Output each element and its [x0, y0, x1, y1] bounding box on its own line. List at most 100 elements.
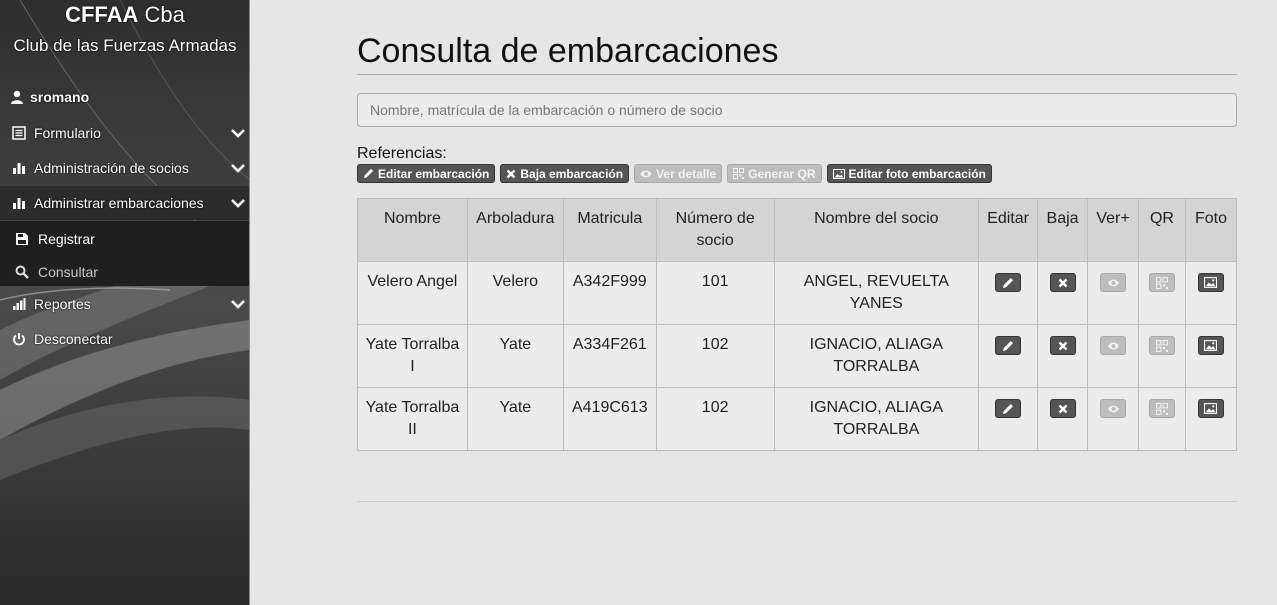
- qr-button[interactable]: [1148, 336, 1175, 355]
- sidebar-item-label: Formulario: [34, 125, 101, 141]
- cell-numero-socio: 102: [655, 387, 775, 451]
- picture-icon: [832, 168, 845, 179]
- picture-icon: [1204, 403, 1218, 414]
- sidebar-item-label: Administración de socios: [34, 160, 189, 176]
- submenu-item-consultar[interactable]: Consultar: [0, 257, 249, 287]
- embarcaciones-table: Nombre Arboladura Matricula Número de so…: [357, 198, 1238, 451]
- chevron-down-icon: [231, 164, 245, 173]
- column-header[interactable]: Nombre: [357, 198, 468, 262]
- cell-arboladura: Yate: [466, 324, 564, 388]
- title-divider: [357, 74, 1237, 75]
- qr-icon: [1155, 402, 1168, 415]
- view-detail-button[interactable]: [1100, 273, 1126, 292]
- brand-subtitle: Club de las Fuerzas Armadas: [13, 36, 237, 55]
- username: sromano: [30, 89, 90, 105]
- user-icon: [11, 90, 23, 104]
- sidebar-item-reportes[interactable]: Reportes: [0, 287, 249, 321]
- chevron-down-icon: [231, 300, 245, 309]
- eye-icon: [1107, 405, 1119, 412]
- refs-legend: Editar embarcación Baja embarcación Ver …: [357, 164, 992, 183]
- column-header: Foto: [1184, 198, 1238, 262]
- list-icon: [11, 126, 27, 140]
- pencil-icon: [1003, 403, 1014, 414]
- submenu-item-registrar[interactable]: Registrar: [0, 224, 249, 254]
- photo-button[interactable]: [1197, 336, 1224, 355]
- sidebar-item-embarcaciones[interactable]: Administrar embarcaciones: [0, 186, 249, 220]
- close-icon: [507, 169, 516, 178]
- edit-button[interactable]: [995, 336, 1022, 355]
- table-row: Yate Torralba I Yate A334F261 102 IGNACI…: [357, 324, 1238, 388]
- search-input[interactable]: [357, 93, 1237, 127]
- picture-icon: [1204, 277, 1218, 288]
- photo-button[interactable]: [1197, 273, 1224, 292]
- column-header[interactable]: Número de socio: [655, 198, 775, 262]
- bar-chart-icon: [11, 196, 27, 210]
- pencil-icon: [1003, 340, 1014, 351]
- column-header[interactable]: Arboladura: [466, 198, 564, 262]
- refs-label: Referencias:: [357, 145, 447, 162]
- close-icon: [1058, 404, 1067, 413]
- signal-icon: [11, 297, 27, 311]
- sidebar-item-label: Reportes: [34, 296, 91, 312]
- ref-editar: Editar embarcación: [357, 164, 496, 183]
- cell-matricula: A419C613: [562, 387, 657, 451]
- photo-button[interactable]: [1197, 399, 1224, 418]
- column-header[interactable]: Matricula: [562, 198, 657, 262]
- pencil-icon: [363, 168, 374, 179]
- chevron-down-icon: [231, 129, 245, 138]
- power-icon: [11, 332, 27, 346]
- edit-button[interactable]: [995, 273, 1022, 292]
- main-content: Consulta de embarcaciones Referencias: E…: [250, 0, 1277, 605]
- table-row: Yate Torralba II Yate A419C613 102 IGNAC…: [357, 387, 1238, 451]
- cell-arboladura: Velero: [466, 261, 564, 325]
- table-header-row: Nombre Arboladura Matricula Número de so…: [357, 198, 1238, 262]
- table-row: Velero Angel Velero A342F999 101 ANGEL, …: [357, 261, 1238, 325]
- sidebar-item-socios[interactable]: Administración de socios: [0, 151, 249, 185]
- delete-button[interactable]: [1049, 336, 1076, 355]
- search-icon: [14, 265, 30, 279]
- cell-numero-socio: 101: [655, 261, 775, 325]
- sidebar-item-desconectar[interactable]: Desconectar: [0, 322, 249, 356]
- edit-button[interactable]: [995, 399, 1022, 418]
- ref-ver-detalle: Ver detalle: [634, 164, 723, 183]
- ref-generar-qr: Generar QR: [727, 164, 822, 183]
- register-icon: [14, 232, 30, 246]
- eye-icon: [1107, 279, 1119, 286]
- ref-editar-foto: Editar foto embarcación: [826, 164, 992, 183]
- qr-button[interactable]: [1148, 273, 1175, 292]
- submenu-embarcaciones: Registrar Consultar: [0, 221, 249, 287]
- column-header: Baja: [1037, 198, 1089, 262]
- qr-icon: [733, 168, 745, 179]
- view-detail-button[interactable]: [1100, 336, 1126, 355]
- qr-icon: [1155, 276, 1168, 289]
- cell-matricula: A334F261: [562, 324, 657, 388]
- delete-button[interactable]: [1049, 273, 1076, 292]
- submenu-label: Consultar: [38, 264, 98, 280]
- ref-baja: Baja embarcación: [500, 164, 630, 183]
- bar-chart-icon: [11, 161, 27, 175]
- page-title: Consulta de embarcaciones: [357, 32, 779, 70]
- qr-icon: [1155, 339, 1168, 352]
- sidebar-item-label: Administrar embarcaciones: [34, 195, 204, 211]
- delete-button[interactable]: [1049, 399, 1076, 418]
- cell-nombre: Velero Angel: [357, 261, 468, 325]
- cell-nombre-socio: ANGEL, REVUELTA YANES: [773, 261, 980, 325]
- brand-title[interactable]: CFFAA Cba: [0, 2, 249, 28]
- close-icon: [1058, 278, 1067, 287]
- picture-icon: [1204, 340, 1218, 351]
- sidebar-item-label: Desconectar: [34, 331, 113, 347]
- chevron-down-icon: [231, 199, 245, 208]
- cell-numero-socio: 102: [655, 324, 775, 388]
- user-menu[interactable]: sromano: [10, 89, 89, 105]
- column-header: Editar: [978, 198, 1039, 262]
- column-header[interactable]: Nombre del socio: [773, 198, 980, 262]
- eye-icon: [1107, 342, 1119, 349]
- column-header: Ver+: [1087, 198, 1139, 262]
- footer-divider: [357, 501, 1237, 502]
- cell-nombre: Yate Torralba II: [357, 387, 468, 451]
- eye-icon: [640, 170, 652, 177]
- qr-button[interactable]: [1148, 399, 1175, 418]
- view-detail-button[interactable]: [1100, 399, 1126, 418]
- sidebar-item-formulario[interactable]: Formulario: [0, 116, 249, 150]
- cell-matricula: A342F999: [562, 261, 657, 325]
